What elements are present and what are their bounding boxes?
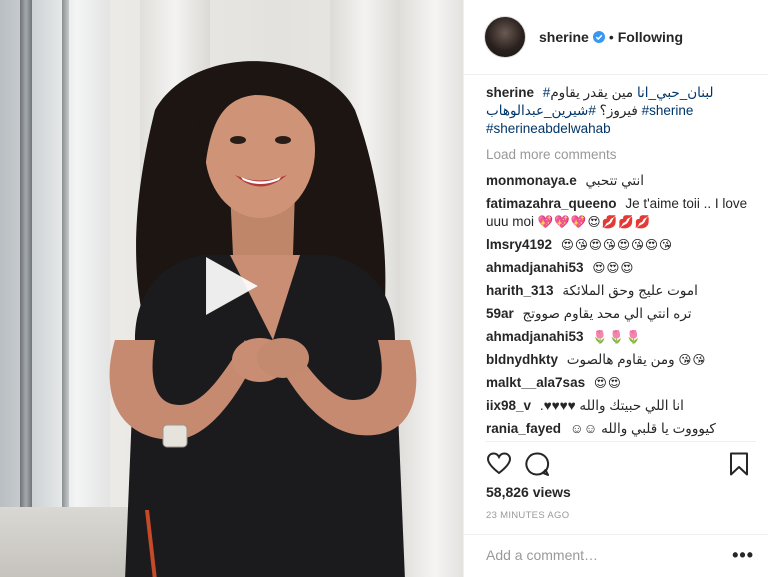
comment-username[interactable]: monmonaya.e (486, 173, 577, 188)
comment-text: اموت عليج وحق الملائكة (562, 283, 698, 298)
comment-username[interactable]: fatimazahra_queeno (486, 196, 617, 211)
comment-text: ومن يقاوم هالصوت (566, 352, 675, 367)
load-more-comments[interactable]: Load more comments (486, 146, 754, 164)
comment-item: malkt__ala7sas 😍😍 (486, 374, 754, 392)
post-caption: sherine #لبنان_حبي_انا مين يقدر يقاوم في… (486, 84, 754, 138)
comment-text: كيوووت يا قلبي والله ☺☺ (569, 421, 716, 436)
post-timestamp[interactable]: 23 MINUTES AGO (486, 510, 569, 521)
caption-username[interactable]: sherine (486, 85, 534, 100)
avatar[interactable] (484, 16, 526, 58)
comment-item: iix98_v انا اللي حبيتك والله ♥♥♥♥. (486, 397, 754, 415)
post-sidebar: sherine • Following sherine #لبنان_حبي_ا… (463, 0, 768, 577)
comment-emoji: 🌷🌷🌷 (592, 330, 643, 344)
comment-username[interactable]: bldnydhkty (486, 352, 558, 367)
view-count[interactable]: 58,826 views (486, 484, 571, 500)
comment-username[interactable]: iix98_v (486, 398, 531, 413)
comment-text: انا اللي حبيتك والله ♥♥♥♥. (539, 398, 684, 413)
hashtag[interactable]: #sherineabdelwahab (486, 121, 611, 136)
comment-item: ahmadjanahi53 🌷🌷🌷 (486, 328, 754, 346)
post-header: sherine • Following (464, 0, 768, 75)
comment-item: monmonaya.e انتي تتحبي (486, 172, 754, 190)
more-options-button[interactable]: ••• (732, 545, 754, 566)
comment-item: harith_313 اموت عليج وحق الملائكة (486, 282, 754, 300)
comment-emoji: 😘😘 (678, 353, 707, 367)
window-background (0, 0, 110, 577)
comment-username[interactable]: lmsry4192 (486, 237, 552, 252)
bookmark-icon[interactable] (726, 451, 752, 477)
comment-username[interactable]: ahmadjanahi53 (486, 329, 584, 344)
play-icon[interactable] (198, 253, 264, 319)
comment-icon[interactable] (524, 451, 550, 477)
window-post (62, 0, 69, 577)
comment-username[interactable]: ahmadjanahi53 (486, 260, 584, 275)
following-button[interactable]: Following (618, 29, 683, 45)
comment-emoji: 😍😘😍😘😍😘😍😘 (560, 238, 674, 252)
comment-username[interactable]: rania_fayed (486, 421, 561, 436)
comment-emoji: 😍😍😍 (592, 261, 635, 275)
comment-username[interactable]: 59ar (486, 306, 514, 321)
comment-item: bldnydhkty ومن يقاوم هالصوت 😘😘 (486, 351, 754, 369)
comment-text: انتي تتحبي (585, 173, 645, 188)
verified-icon (592, 31, 605, 43)
video-post-media[interactable] (0, 0, 463, 577)
comment-text: تره انتي الي محد يقاوم صووتج (522, 306, 692, 321)
header-username[interactable]: sherine (539, 29, 589, 45)
comment-item: ahmadjanahi53 😍😍😍 (486, 259, 754, 277)
comment-username[interactable]: malkt__ala7sas (486, 375, 585, 390)
divider (486, 441, 756, 442)
add-comment-bar: ••• (464, 534, 768, 577)
comment-emoji: 💖💖💖😍💋💋💋 (537, 215, 652, 229)
hashtag[interactable]: #sherine (642, 103, 694, 118)
comments-list: sherine #لبنان_حبي_انا مين يقدر يقاوم في… (486, 84, 754, 443)
heart-icon[interactable] (486, 451, 512, 477)
comment-emoji: 😍😍 (593, 376, 622, 390)
header-separator: • (608, 29, 614, 45)
comment-item: lmsry4192 😍😘😍😘😍😘😍😘 (486, 236, 754, 254)
window-post (20, 0, 32, 577)
video-subject-illustration (109, 61, 417, 577)
comment-username[interactable]: harith_313 (486, 283, 554, 298)
post-actions (484, 451, 752, 479)
comment-item: 59ar تره انتي الي محد يقاوم صووتج (486, 305, 754, 323)
add-comment-input[interactable] (486, 547, 716, 563)
comment-item: rania_fayed كيوووت يا قلبي والله ☺☺ (486, 420, 754, 438)
hashtag[interactable]: #شيرين_عبدالوهاب (486, 103, 596, 118)
comment-item: fatimazahra_queeno Je t'aime toii .. I l… (486, 195, 754, 231)
